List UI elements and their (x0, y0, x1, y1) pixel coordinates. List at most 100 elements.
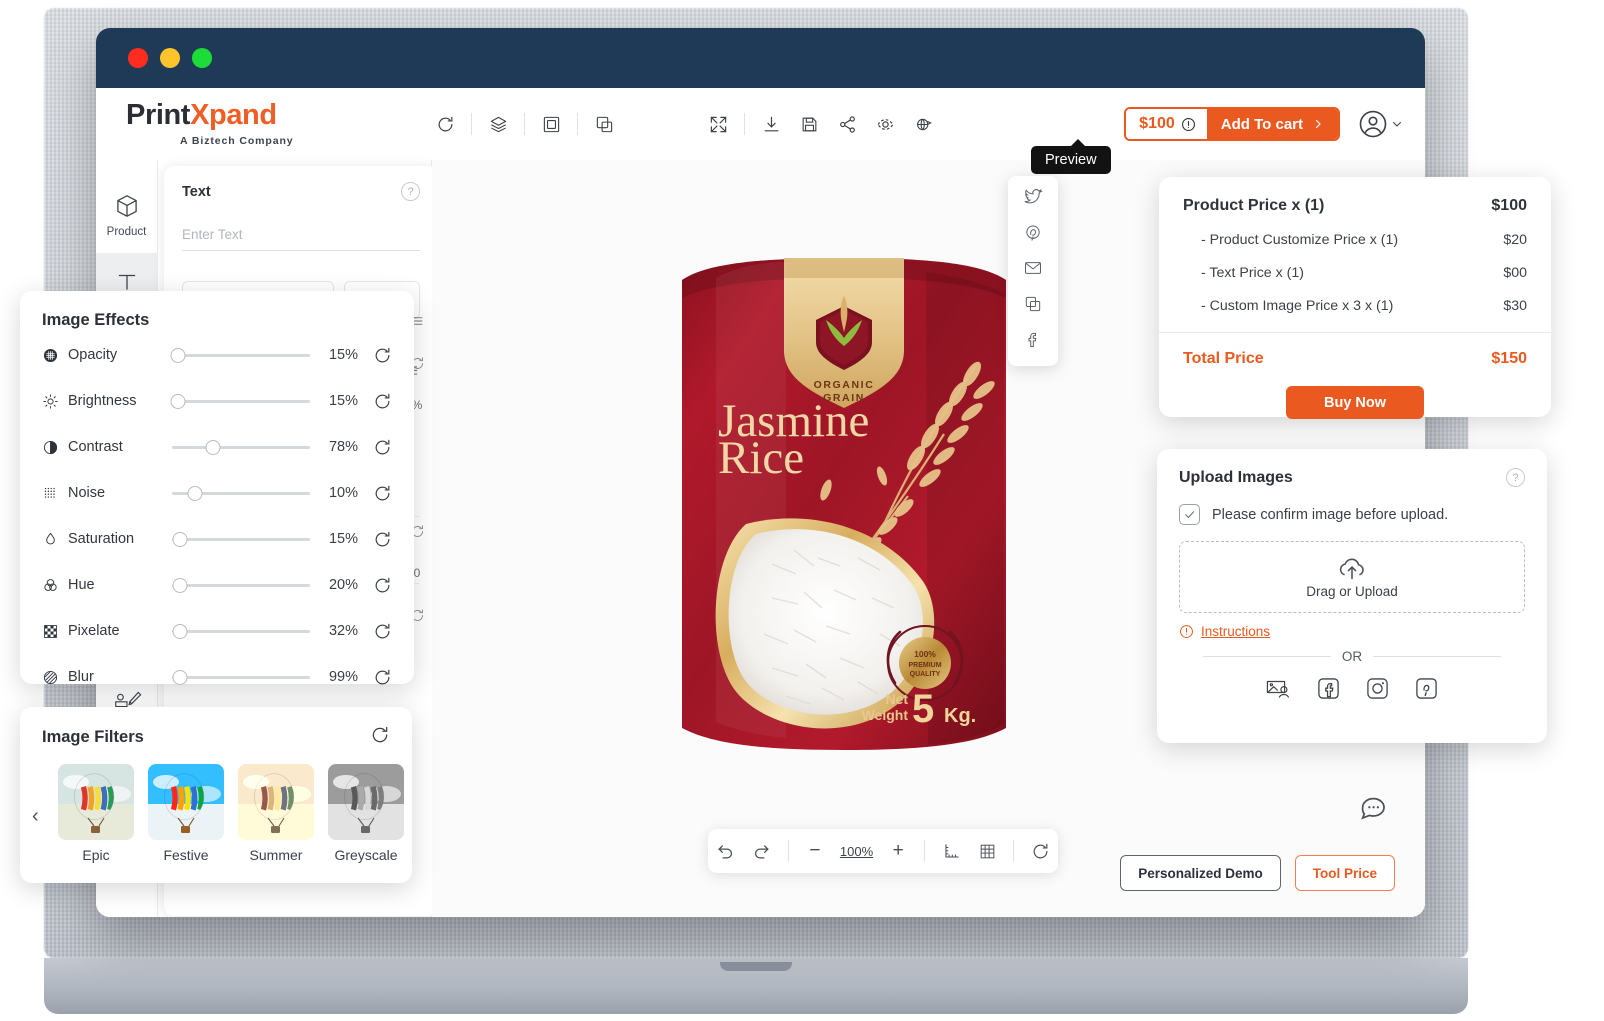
add-to-cart-button[interactable]: Add To cart (1206, 109, 1338, 139)
filter-thumbnail (148, 764, 224, 840)
slider-knob[interactable] (170, 347, 186, 363)
my-images-icon[interactable] (1265, 677, 1292, 706)
slider-knob[interactable] (172, 531, 188, 547)
preview-eye-icon[interactable] (866, 105, 904, 143)
filter-item-summer[interactable]: Summer (238, 764, 314, 863)
grid-icon[interactable] (970, 834, 1004, 868)
bring-to-front-icon[interactable] (532, 105, 570, 143)
layers-icon[interactable] (479, 105, 517, 143)
facebook-icon[interactable] (1316, 676, 1341, 706)
zoom-out-button[interactable]: − (798, 834, 832, 868)
slider-knob[interactable] (172, 669, 188, 685)
pinterest-icon[interactable] (1414, 676, 1439, 706)
effect-reset-icon[interactable] (358, 346, 392, 365)
redo-icon[interactable] (745, 834, 779, 868)
three-d-view-icon[interactable] (904, 105, 942, 143)
header-price[interactable]: $100 (1126, 109, 1207, 139)
total-price-value: $150 (1491, 350, 1527, 367)
confirm-checkbox[interactable] (1179, 504, 1200, 525)
price-info-icon[interactable] (1181, 117, 1196, 132)
chat-bubble-icon[interactable] (1355, 792, 1389, 829)
effect-reset-icon[interactable] (358, 622, 392, 641)
copy-link-icon[interactable] (1023, 294, 1043, 319)
effect-reset-icon[interactable] (358, 484, 392, 503)
effect-slider-brightness[interactable] (170, 392, 310, 410)
reset-history-icon[interactable] (426, 105, 464, 143)
effect-slider-contrast[interactable] (172, 438, 310, 456)
fullscreen-icon[interactable] (699, 105, 737, 143)
upload-dropzone[interactable]: Drag or Upload (1179, 541, 1525, 613)
slider-knob[interactable] (170, 393, 186, 409)
editor-tools-right (699, 105, 942, 143)
help-icon[interactable]: ? (1506, 468, 1525, 487)
brand-logo[interactable]: PrintXpand A Biztech Company (114, 101, 314, 148)
editor-tools-center (426, 105, 623, 143)
filter-label: Summer (249, 847, 303, 863)
filters-reset-icon[interactable] (370, 725, 390, 750)
header-price-label: $100 (1139, 115, 1175, 132)
confirm-checkbox-row[interactable]: Please confirm image before upload. (1179, 504, 1525, 525)
filter-label: Festive (163, 847, 209, 863)
upload-images-card: Upload Images ? Please confirm image bef… (1157, 449, 1547, 743)
pinterest-icon[interactable] (1023, 223, 1043, 248)
ruler-icon[interactable] (934, 834, 968, 868)
zoom-level[interactable]: 100% (840, 844, 873, 859)
cube-icon (116, 195, 137, 217)
product-rice-bag[interactable]: ORGANIC GRAIN Jasmine Rice 100% PREMIUM … (676, 258, 1012, 750)
zoom-in-button[interactable]: + (881, 834, 915, 868)
effect-slider-noise[interactable] (172, 484, 310, 502)
instagram-icon[interactable] (1365, 676, 1390, 706)
effect-slider-opacity[interactable] (170, 346, 310, 364)
image-effects-dialog: Image Effects Opacity 15% Brightness 15% Con… (20, 291, 414, 687)
image-filters-dialog: Image Filters ‹ › EpicFestiveSummerGreys… (20, 707, 412, 883)
email-icon[interactable] (1023, 258, 1043, 283)
save-icon[interactable] (790, 105, 828, 143)
toolbar-divider (577, 113, 578, 135)
effect-slider-pixelate[interactable] (172, 622, 310, 640)
slider-knob[interactable] (172, 577, 188, 593)
price-row-value: $30 (1503, 298, 1527, 314)
effect-reset-icon[interactable] (358, 668, 392, 687)
instructions-link[interactable]: Instructions (1179, 624, 1525, 639)
effect-slider-hue[interactable] (172, 576, 310, 594)
effect-value: 10% (328, 485, 358, 501)
effect-slider-blur[interactable] (172, 668, 310, 686)
filter-item-festive[interactable]: Festive (148, 764, 224, 863)
preview-tooltip: Preview (1031, 139, 1111, 174)
filters-prev-button[interactable]: ‹ (32, 805, 39, 828)
effect-value: 15% (328, 347, 358, 363)
upload-card-title: Upload Images (1179, 468, 1293, 486)
filter-label: Greyscale (334, 847, 398, 863)
download-icon[interactable] (752, 105, 790, 143)
twitter-icon[interactable] (1023, 187, 1044, 212)
filter-item-epic[interactable]: Epic (58, 764, 134, 863)
effect-slider-saturation[interactable] (172, 530, 310, 548)
filter-thumbnail (58, 764, 134, 840)
effect-reset-icon[interactable] (358, 576, 392, 595)
sidebar-item-product[interactable]: Product (96, 178, 158, 254)
undo-icon[interactable] (709, 834, 743, 868)
slider-knob[interactable] (172, 623, 188, 639)
text-input[interactable] (182, 223, 420, 251)
reset-canvas-icon[interactable] (1023, 834, 1057, 868)
minimize-button[interactable] (160, 48, 180, 68)
filter-thumbnail (328, 764, 404, 840)
slider-track (172, 445, 310, 449)
buy-now-button[interactable]: Buy Now (1286, 386, 1424, 419)
tool-price-button[interactable]: Tool Price (1294, 855, 1395, 891)
slider-knob[interactable] (187, 485, 203, 501)
maximize-button[interactable] (192, 48, 212, 68)
send-to-back-icon[interactable] (585, 105, 623, 143)
personalized-demo-button[interactable]: Personalized Demo (1120, 855, 1281, 891)
help-icon[interactable]: ? (401, 182, 420, 201)
filter-item-greyscale[interactable]: Greyscale (328, 764, 404, 863)
account-menu[interactable] (1358, 109, 1403, 139)
share-icon[interactable] (828, 105, 866, 143)
effect-reset-icon[interactable] (358, 392, 392, 411)
slider-knob[interactable] (205, 439, 221, 455)
close-button[interactable] (128, 48, 148, 68)
facebook-icon[interactable] (1023, 330, 1043, 355)
effect-reset-icon[interactable] (358, 438, 392, 457)
effect-reset-icon[interactable] (358, 530, 392, 549)
upload-card-header: Upload Images ? (1179, 468, 1525, 487)
